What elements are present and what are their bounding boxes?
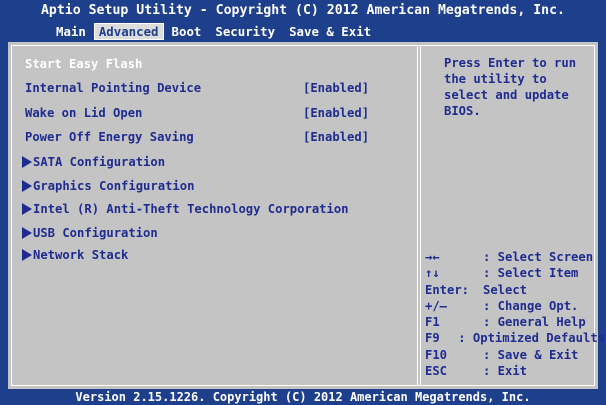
- menu-item-wake-on-lid-open[interactable]: Wake on Lid Open [Enabled]: [12, 103, 412, 123]
- key-desc: : Change Opt.: [483, 298, 579, 313]
- help-text: Press Enter to run the utility to select…: [444, 55, 594, 119]
- help-panel: Press Enter to run the utility to select…: [421, 46, 605, 385]
- key-legend: →← : Select Screen ↑↓ : Select Item Enter:…: [425, 249, 605, 379]
- menu-item-value[interactable]: [Enabled]: [303, 78, 369, 98]
- tab-save-exit[interactable]: Save & Exit: [283, 23, 377, 40]
- menu-item-label: SATA Configuration: [33, 155, 166, 169]
- tab-main[interactable]: Main: [50, 23, 92, 40]
- tab-security[interactable]: Security: [209, 23, 281, 40]
- menu-item-power-off-energy-saving[interactable]: Power Off Energy Saving [Enabled]: [12, 127, 412, 147]
- submenu-arrow-icon: [22, 249, 32, 261]
- submenu-usb-configuration[interactable]: USB Configuration: [12, 223, 412, 243]
- tab-bar: Main Advanced Boot Security Save & Exit: [50, 23, 379, 40]
- bios-title: Aptio Setup Utility - Copyright (C) 2012…: [40, 3, 565, 18]
- version-footer: Version 2.15.1226. Copyright (C) 2012 Am…: [75, 390, 531, 404]
- menu-item-label: Power Off Energy Saving: [25, 130, 194, 144]
- settings-panel: Start Easy Flash Internal Pointing Devic…: [8, 42, 605, 389]
- submenu-arrow-icon: [22, 156, 32, 168]
- key-desc: : Optimized Defaults: [458, 331, 605, 346]
- submenu-arrow-icon: [22, 180, 32, 192]
- help-line: select and update: [444, 88, 569, 102]
- key-esc: ESC: [425, 364, 448, 379]
- key-legend-row: Enter: Select: [425, 282, 605, 298]
- key-legend-row: ↑↓ : Select Item: [425, 265, 605, 281]
- menu-item-label: Internal Pointing Device: [25, 81, 202, 95]
- key-desc: : Select Item: [483, 266, 579, 281]
- help-line: Press Enter to run: [444, 56, 577, 70]
- key-legend-row: F1 : General Help: [425, 314, 605, 330]
- menu-item-start-easy-flash[interactable]: Start Easy Flash: [12, 54, 412, 74]
- tab-advanced[interactable]: Advanced: [93, 23, 164, 40]
- settings-panel-border: Start Easy Flash Internal Pointing Devic…: [11, 45, 605, 386]
- menu-item-label: Graphics Configuration: [33, 179, 195, 193]
- key-legend-row: F9 : Optimized Defaults: [425, 330, 605, 346]
- menu-item-label: Network Stack: [33, 248, 129, 262]
- submenu-graphics-configuration[interactable]: Graphics Configuration: [12, 176, 412, 196]
- submenu-sata-configuration[interactable]: SATA Configuration: [12, 152, 412, 172]
- key-desc: Select: [483, 282, 528, 297]
- key-legend-row: +/— : Change Opt.: [425, 298, 605, 314]
- arrows-left-right-icon: →←: [425, 250, 440, 264]
- arrows-up-down-icon: ↑↓: [425, 266, 440, 281]
- key-desc: : Exit: [483, 364, 528, 379]
- key-desc: : General Help: [483, 315, 586, 330]
- key-legend-row: F10 : Save & Exit: [425, 347, 605, 363]
- key-legend-row: ESC : Exit: [425, 363, 605, 379]
- menu-item-value[interactable]: [Enabled]: [303, 127, 369, 147]
- key-desc: : Save & Exit: [483, 347, 579, 362]
- help-line: the utility to: [444, 72, 547, 86]
- tab-boot[interactable]: Boot: [166, 23, 208, 40]
- menu-item-internal-pointing-device[interactable]: Internal Pointing Device [Enabled]: [12, 78, 412, 98]
- key-legend-row: →← : Select Screen: [425, 249, 605, 265]
- submenu-arrow-icon: [22, 203, 32, 215]
- menu-item-label: USB Configuration: [33, 226, 158, 240]
- key-f1: F1: [425, 315, 440, 330]
- menu-item-label: Wake on Lid Open: [25, 106, 143, 120]
- help-line: BIOS.: [444, 104, 481, 118]
- key-desc: : Select Screen: [483, 250, 594, 264]
- menu-item-value[interactable]: [Enabled]: [303, 103, 369, 123]
- menu-list: Start Easy Flash Internal Pointing Devic…: [12, 46, 417, 385]
- key-enter: Enter:: [425, 282, 470, 297]
- key-f10: F10: [425, 347, 448, 362]
- submenu-network-stack[interactable]: Network Stack: [12, 245, 412, 265]
- key-plus-minus: +/—: [425, 298, 448, 313]
- key-f9: F9: [425, 331, 440, 346]
- menu-item-label: Start Easy Flash: [25, 57, 143, 71]
- menu-item-label: Intel (R) Anti-Theft Technology Corporat…: [33, 202, 349, 216]
- submenu-intel-anti-theft[interactable]: Intel (R) Anti-Theft Technology Corporat…: [12, 199, 412, 219]
- submenu-arrow-icon: [22, 227, 32, 239]
